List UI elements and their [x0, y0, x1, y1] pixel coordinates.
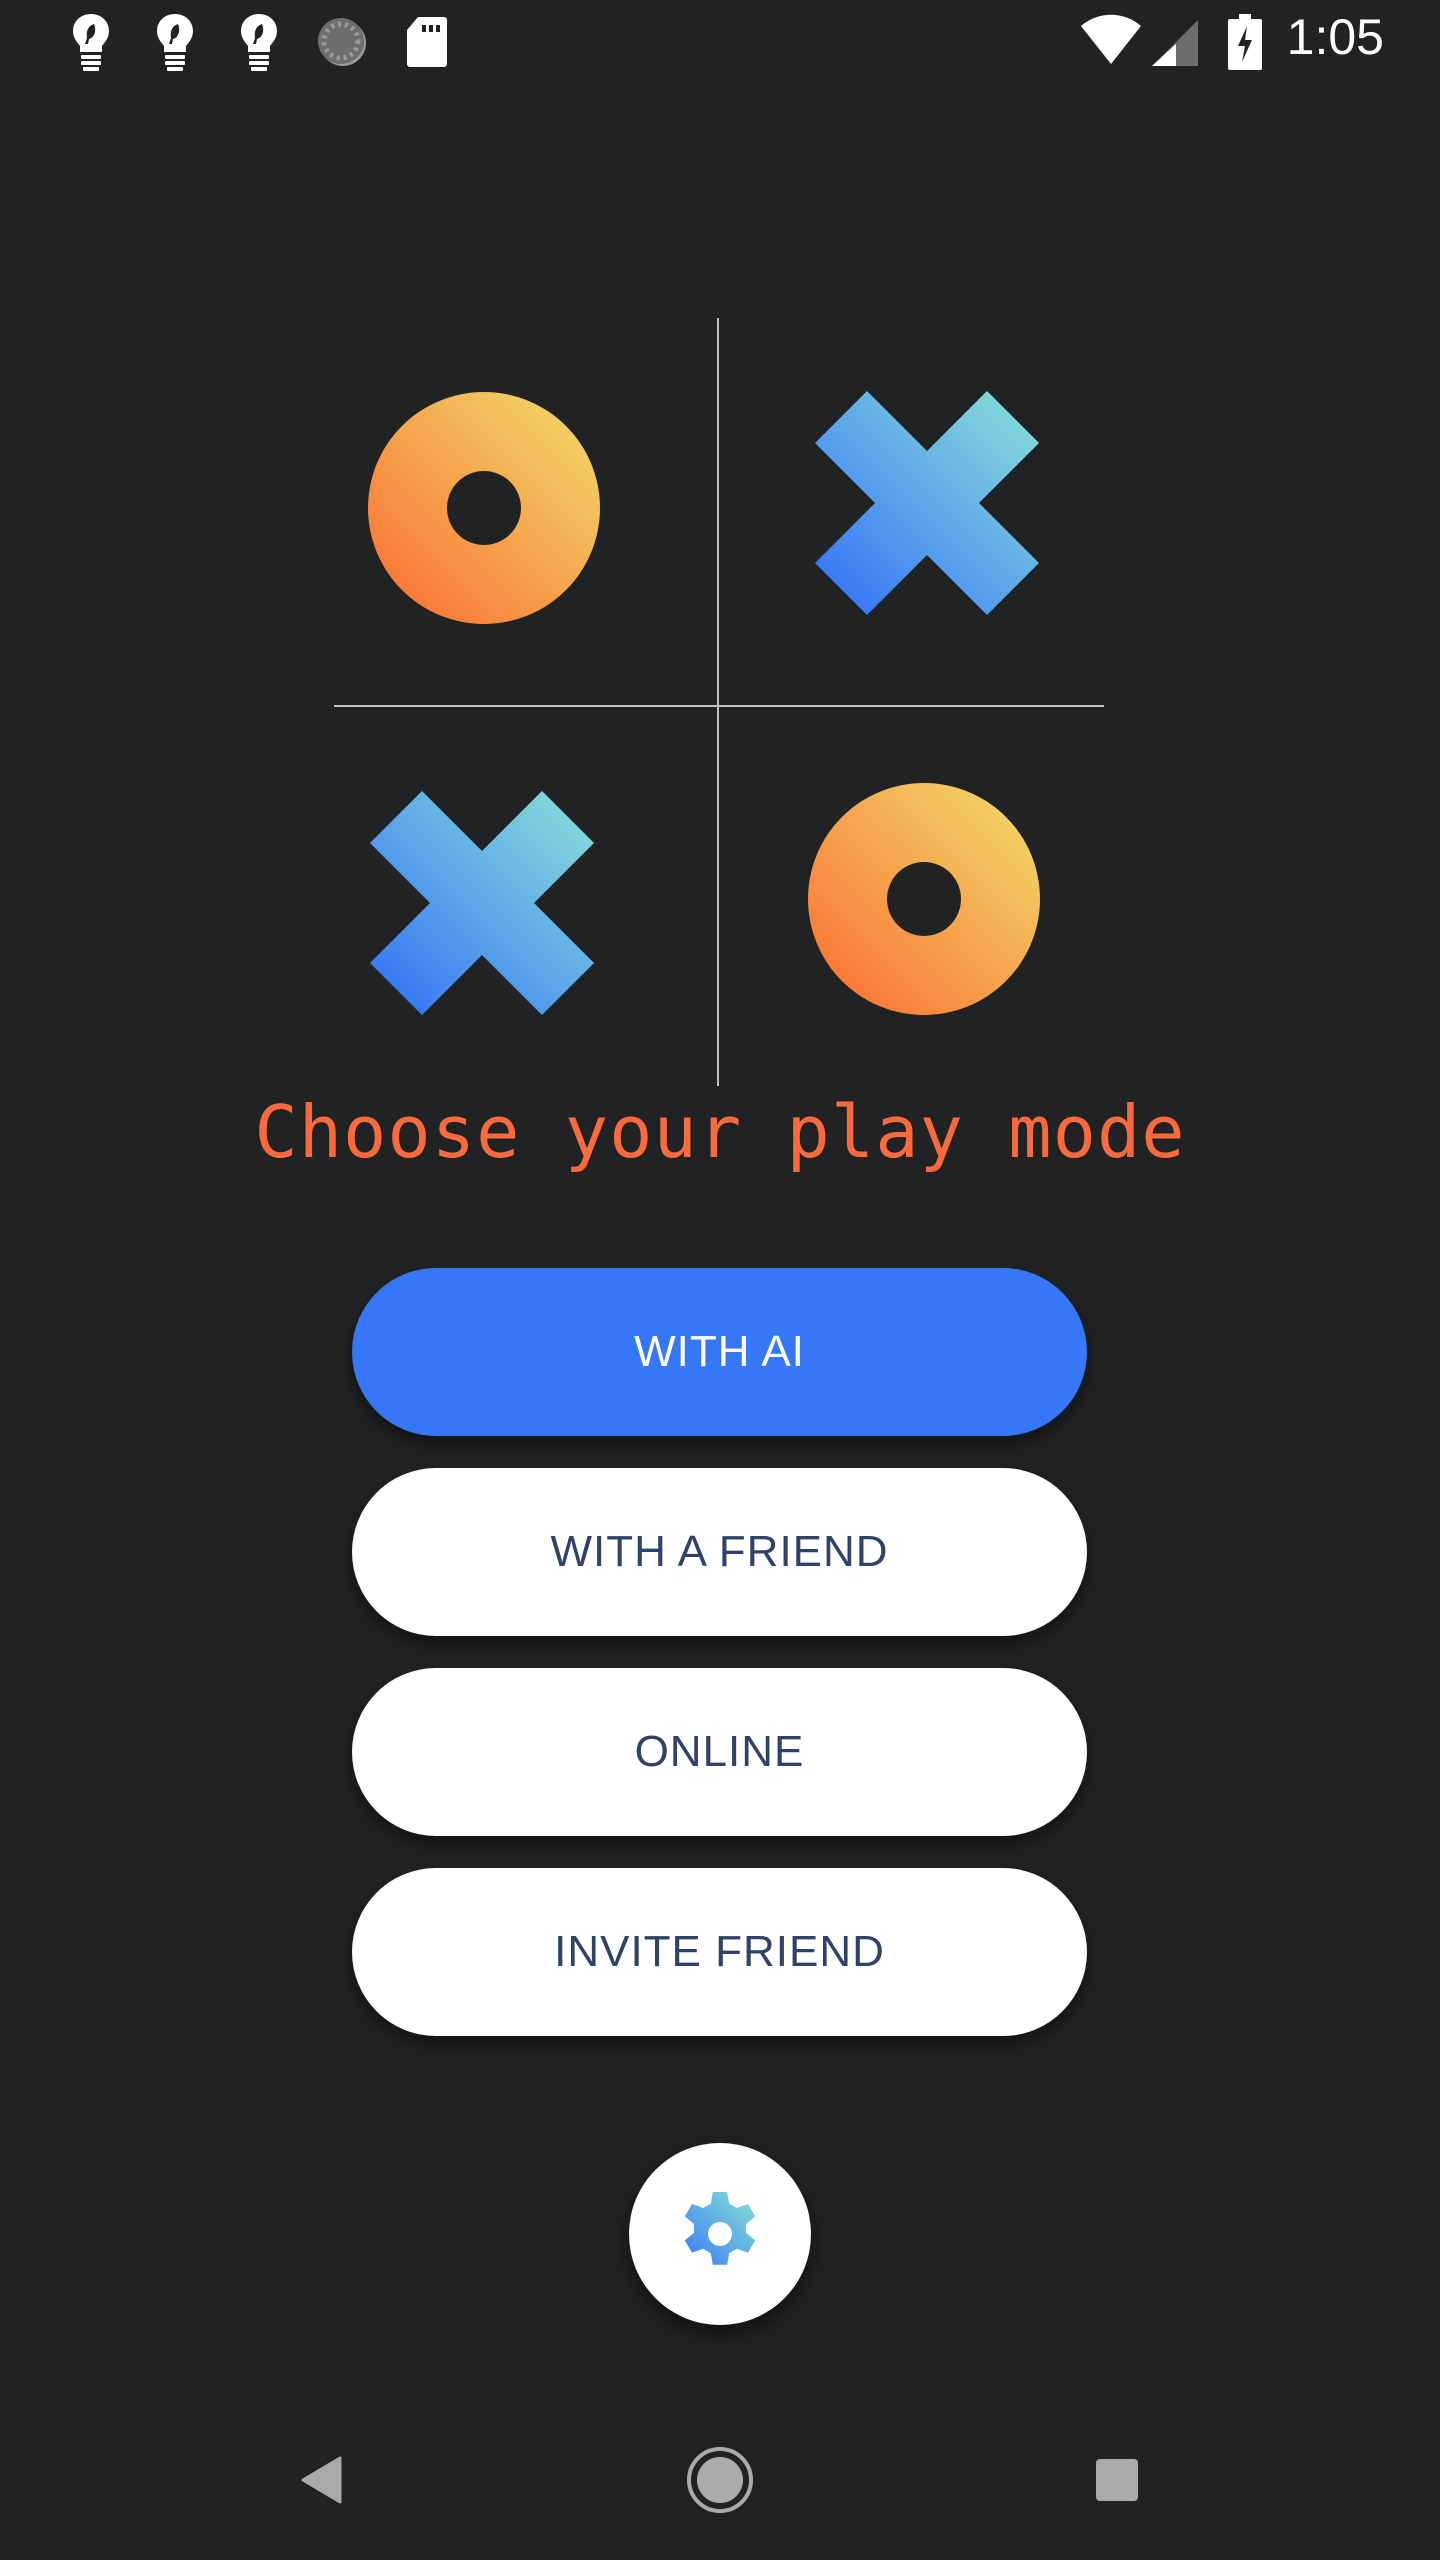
back-button[interactable] — [272, 2430, 372, 2530]
home-icon — [687, 2447, 753, 2513]
o-mark-icon — [368, 392, 600, 624]
board-cell-top-left — [364, 388, 604, 628]
back-icon — [301, 2456, 342, 2504]
board-cell-bottom-left — [362, 783, 602, 1023]
board-cell-bottom-right — [804, 779, 1044, 1019]
with-friend-button[interactable]: WITH A FRIEND — [352, 1468, 1087, 1636]
x-mark-icon — [815, 391, 1039, 615]
page-title: Choose your play mode — [254, 1090, 1186, 1174]
gear-icon — [684, 2192, 756, 2265]
tic-tac-toe-board-illustration — [0, 0, 1440, 1100]
x-mark-icon — [370, 791, 594, 1015]
grid-line-vertical — [717, 318, 719, 1086]
o-mark-icon — [808, 783, 1040, 1015]
online-button[interactable]: ONLINE — [352, 1668, 1087, 1836]
recents-button[interactable] — [1067, 2430, 1167, 2530]
invite-friend-button[interactable]: INVITE FRIEND — [352, 1868, 1087, 2036]
navigation-bar — [0, 2390, 1440, 2560]
grid-line-horizontal — [334, 705, 1104, 707]
with-ai-button[interactable]: WITH AI — [352, 1268, 1087, 1436]
home-button[interactable] — [670, 2430, 770, 2530]
board-cell-top-right — [807, 383, 1047, 623]
recents-icon — [1096, 2459, 1138, 2501]
settings-button[interactable] — [629, 2143, 811, 2325]
